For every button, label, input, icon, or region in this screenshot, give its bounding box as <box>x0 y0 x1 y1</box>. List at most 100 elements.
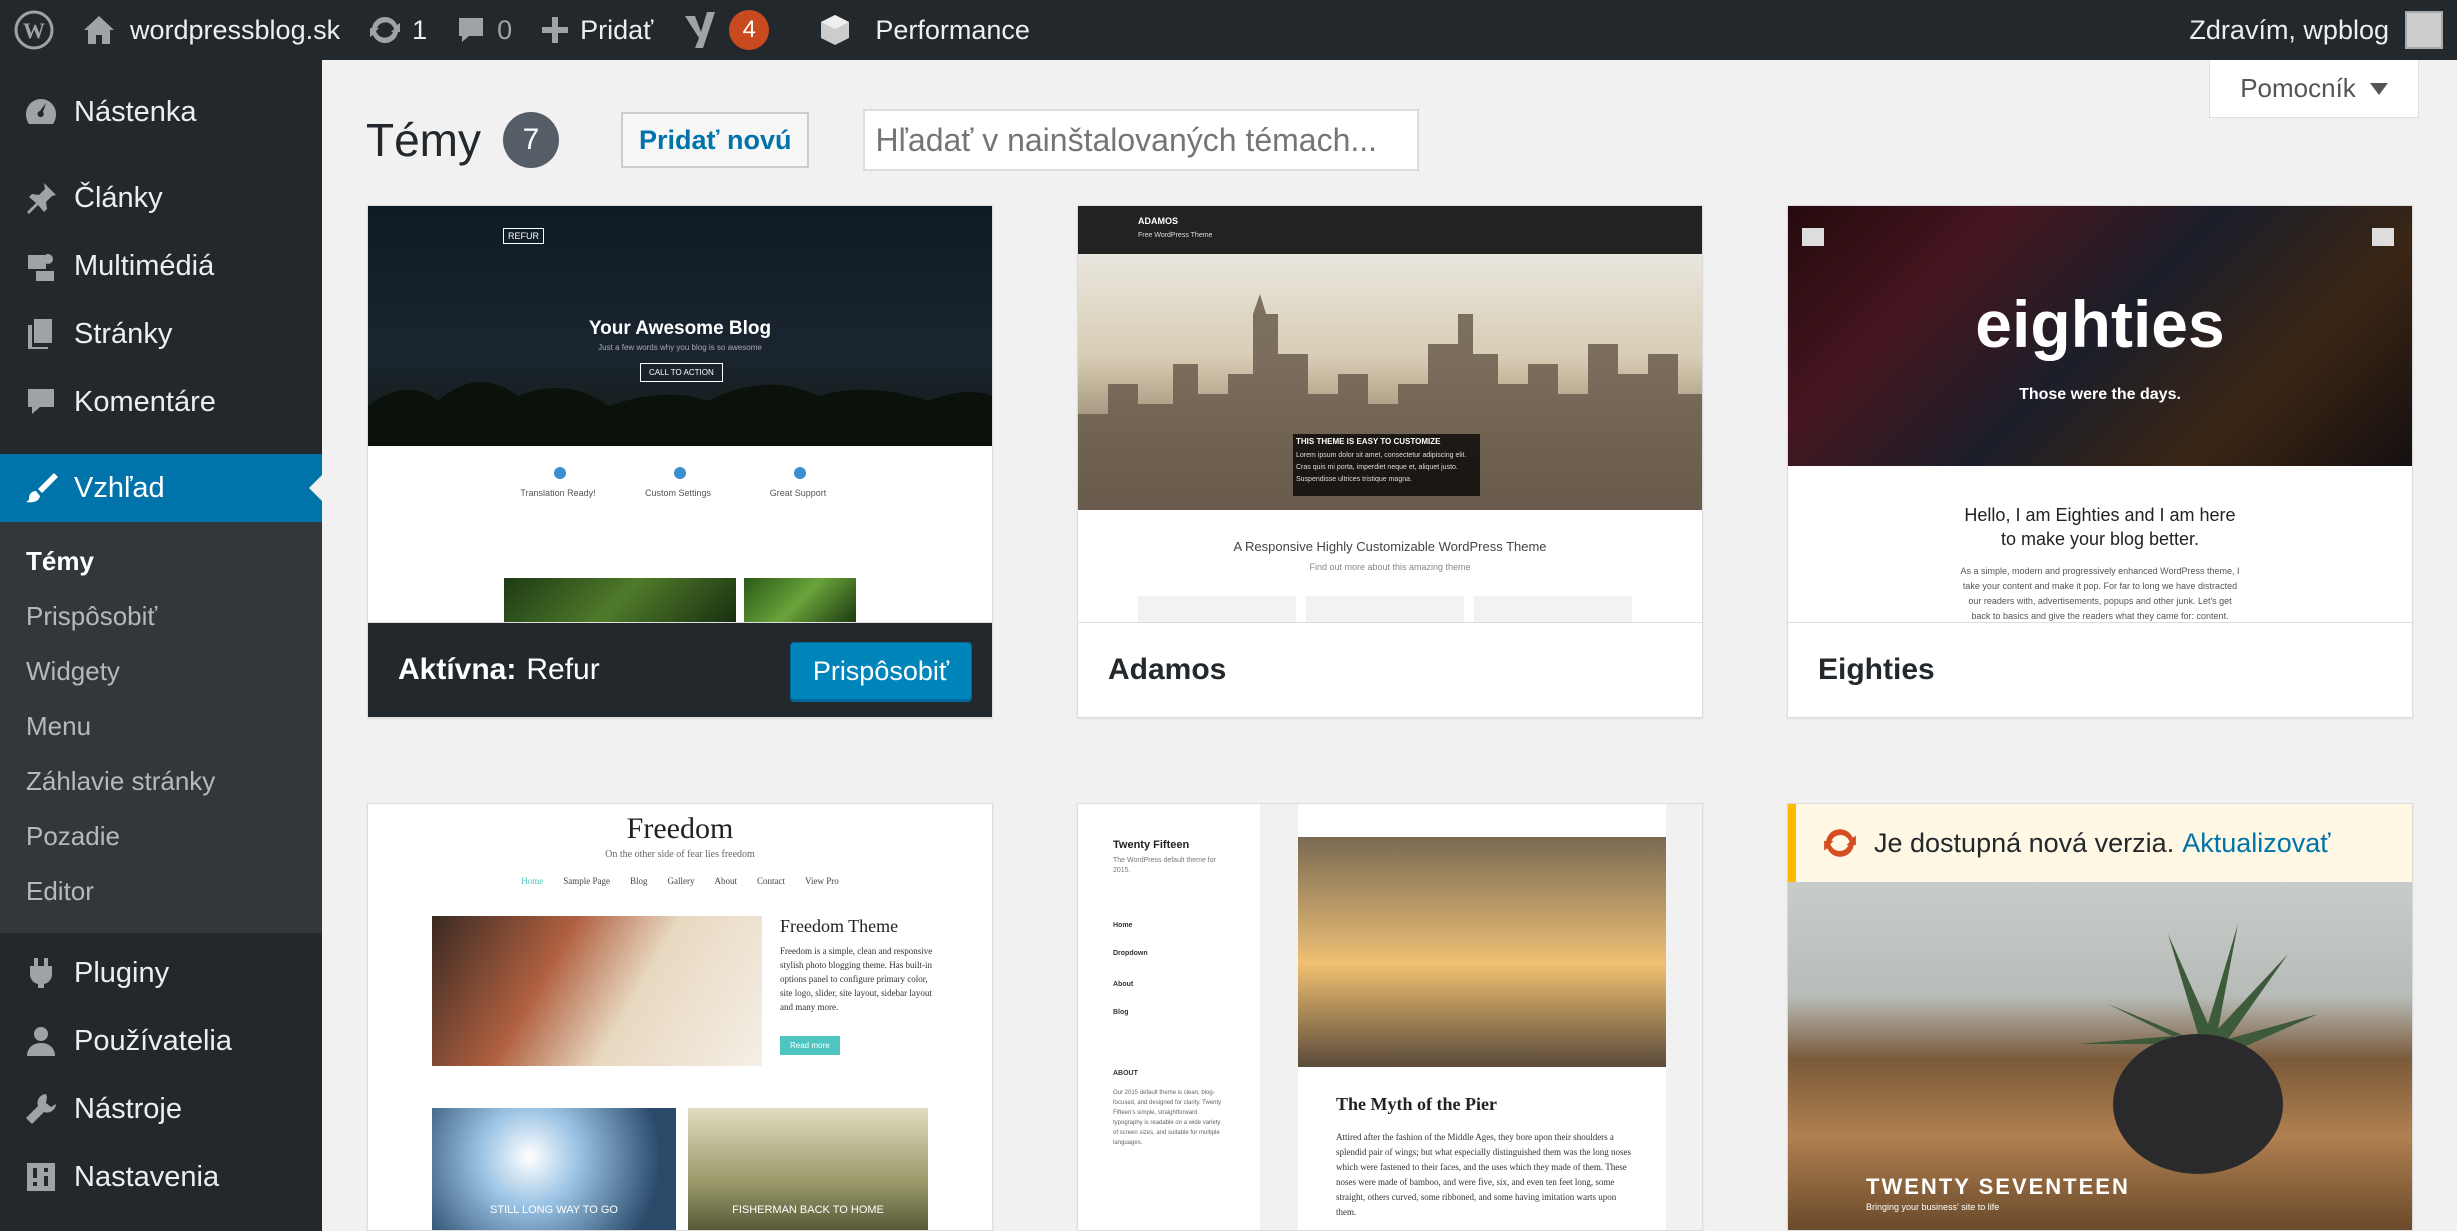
submenu-menus[interactable]: Menu <box>0 699 322 754</box>
menu-label: Články <box>74 181 163 214</box>
eighties-logo: eighties <box>1975 287 2225 361</box>
theme-card-twentyfifteen[interactable]: Twenty Fifteen The WordPress default the… <box>1077 803 1703 1231</box>
menu-label: Multimédiá <box>74 249 215 282</box>
menu-item-posts[interactable]: Články <box>0 164 322 232</box>
menu-item-users[interactable]: Používatelia <box>0 1007 322 1075</box>
comments-link[interactable]: 0 <box>441 0 526 60</box>
new-content-link[interactable]: Pridať <box>526 0 667 60</box>
site-name: wordpressblog.sk <box>130 14 341 45</box>
submenu-header[interactable]: Záhlavie stránky <box>0 754 322 809</box>
theme-count-badge: 7 <box>503 112 559 168</box>
caret-down-icon <box>2369 82 2388 95</box>
freedom-subtitle: On the other side of fear lies freedom <box>605 849 755 860</box>
menu-item-appearance[interactable]: Vzhľad <box>0 454 322 522</box>
ts-title: TWENTY SEVENTEEN <box>1866 1174 2130 1199</box>
menu-icon <box>2372 228 2394 246</box>
appearance-icon <box>22 469 60 507</box>
theme-card-refur[interactable]: REFUR Your Awesome Blog Just a few words… <box>367 205 993 718</box>
settings-icon <box>22 1158 60 1196</box>
wordpress-logo-icon[interactable]: W <box>0 0 68 60</box>
page-title: Témy <box>366 114 481 166</box>
freedom-nav-item: Gallery <box>667 876 695 886</box>
comments-icon <box>22 383 60 421</box>
submenu-customize[interactable]: Prispôsobiť <box>0 589 322 644</box>
menu-label: Nástroje <box>74 1092 182 1125</box>
adamos-tagline: A Responsive Highly Customizable WordPre… <box>1233 539 1547 554</box>
dashboard-icon <box>22 93 60 131</box>
theme-screenshot: REFUR Your Awesome Blog Just a few words… <box>368 206 992 622</box>
tf-site-desc: The WordPress default theme for 2015. <box>1113 857 1216 874</box>
performance-menu[interactable]: Performance <box>803 0 1044 60</box>
theme-search-input[interactable] <box>863 109 1420 171</box>
submenu-background[interactable]: Pozadie <box>0 809 322 864</box>
freedom-nav: Home Sample Page Blog Gallery About Cont… <box>368 876 992 886</box>
menu-item-tools[interactable]: Nástroje <box>0 1075 322 1143</box>
adamos-overlay-title: THIS THEME IS EASY TO CUSTOMIZE <box>1296 437 1441 446</box>
svg-text:W: W <box>23 18 45 43</box>
pages-icon <box>22 315 60 353</box>
menu-item-settings[interactable]: Nastavenia <box>0 1143 322 1211</box>
tf-menu-item: About <box>1113 981 1134 988</box>
updates-link[interactable]: 1 <box>354 0 441 60</box>
menu-item-dashboard[interactable]: Nástenka <box>0 78 322 146</box>
my-account-menu[interactable]: Zdravím, wpblog <box>2175 0 2457 60</box>
comment-icon <box>459 18 484 42</box>
menu-label: Vzhľad <box>74 471 165 504</box>
theme-card-eighties[interactable]: eighties Those were the days. Hello, I a… <box>1787 205 2413 718</box>
media-icon <box>22 247 60 285</box>
theme-card-adamos[interactable]: ADAMOS Free WordPress Theme THIS THEME I… <box>1077 205 1703 718</box>
tf-menu-item: Blog <box>1113 1009 1129 1016</box>
theme-card-freedom[interactable]: Freedom On the other side of fear lies f… <box>367 803 993 1231</box>
theme-card-twentyseventeen[interactable]: Je dostupná nová verzia. Aktualizovať TW… <box>1787 803 2413 1231</box>
tf-featured-image <box>1298 837 1666 1067</box>
avatar <box>2405 11 2443 49</box>
submenu-editor[interactable]: Editor <box>0 864 322 919</box>
adamos-logo-sub: Free WordPress Theme <box>1138 232 1213 239</box>
site-name-link[interactable]: wordpressblog.sk <box>68 0 354 60</box>
yoast-icon <box>685 12 716 48</box>
tf-menu-item: Dropdown <box>1113 950 1148 957</box>
freedom-thumb-2-label: FISHERMAN BACK TO HOME <box>732 1204 884 1216</box>
help-label: Pomocník <box>2240 73 2356 103</box>
ts-tagline: Bringing your business' site to life <box>1866 1202 2000 1212</box>
freedom-text: Freedom is a simple, clean and responsiv… <box>780 946 933 1012</box>
refur-logo: REFUR <box>503 228 544 244</box>
update-notice: Je dostupná nová verzia. Aktualizovať <box>1788 804 2412 882</box>
menu-icon <box>1802 228 1824 246</box>
freedom-thumb-1-label: STILL LONG WAY TO GO <box>490 1204 618 1216</box>
home-icon <box>84 16 114 44</box>
menu-item-media[interactable]: Multimédiá <box>0 232 322 300</box>
refur-cta: CALL TO ACTION <box>640 363 723 382</box>
update-now-link[interactable]: Aktualizovať <box>2182 828 2330 859</box>
submenu-widgets[interactable]: Widgety <box>0 644 322 699</box>
theme-screenshot: Freedom On the other side of fear lies f… <box>368 804 992 1230</box>
help-tab-button[interactable]: Pomocník <box>2209 60 2419 118</box>
theme-name-bar: Eighties <box>1788 622 2412 717</box>
menu-item-comments[interactable]: Komentáre <box>0 368 322 436</box>
tf-site-title: Twenty Fifteen <box>1113 839 1190 851</box>
yoast-menu[interactable]: 4 <box>667 0 783 60</box>
menu-label: Používatelia <box>74 1024 232 1057</box>
menu-item-pages[interactable]: Stránky <box>0 300 322 368</box>
refur-feature-3: Great Support <box>769 488 827 498</box>
theme-screenshot: eighties Those were the days. Hello, I a… <box>1788 206 2412 622</box>
tf-about-text: Our 2015 default theme is clean, blog-fo… <box>1113 1090 1222 1146</box>
comments-count: 0 <box>497 14 513 45</box>
plus-icon <box>542 17 569 43</box>
theme-name: Refur <box>526 653 600 686</box>
customize-button[interactable]: Prispôsobiť <box>789 642 972 700</box>
add-new-theme-button[interactable]: Pridať novú <box>621 112 810 168</box>
refresh-icon <box>370 16 401 44</box>
menu-item-plugins[interactable]: Pluginy <box>0 939 322 1007</box>
freedom-title: Freedom <box>626 812 734 845</box>
freedom-nav-item: Sample Page <box>563 876 610 886</box>
menu-label: Nastavenia <box>74 1160 220 1193</box>
feature-icon <box>554 467 566 479</box>
page-header: Témy 7 Pridať novú <box>366 100 1420 180</box>
tf-post-title: The Myth of the Pier <box>1336 1094 1497 1114</box>
update-text: Je dostupná nová verzia. <box>1874 827 2175 858</box>
freedom-nav-item: Blog <box>630 876 648 886</box>
refur-subline: Just a few words why you blog is so awes… <box>598 343 762 352</box>
freedom-heading: Freedom Theme <box>780 916 899 936</box>
submenu-themes[interactable]: Témy <box>0 534 322 589</box>
